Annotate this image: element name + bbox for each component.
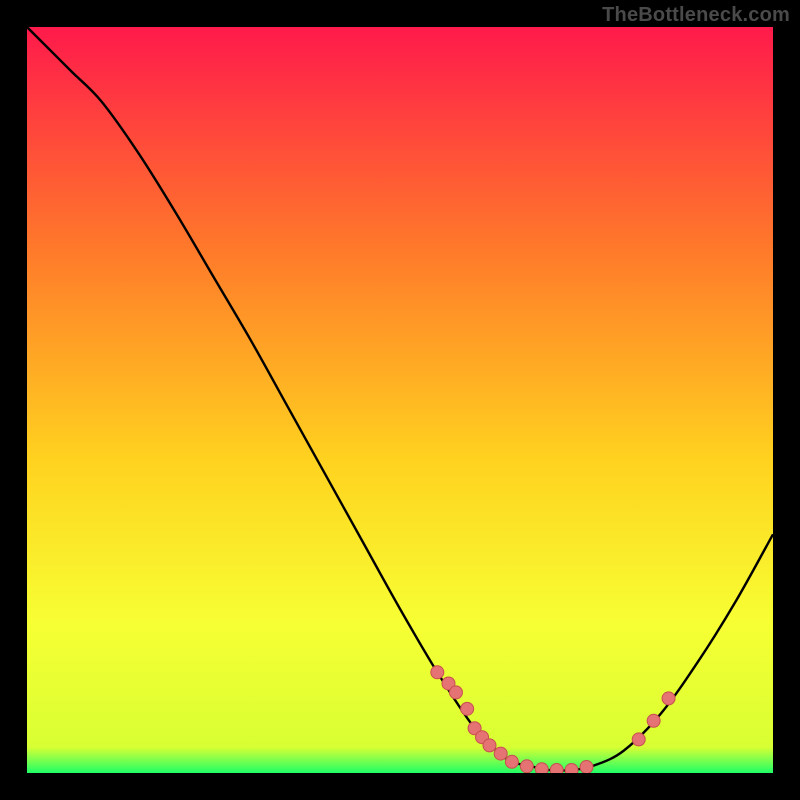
highlight-dot bbox=[662, 692, 675, 705]
watermark-text: TheBottleneck.com bbox=[602, 4, 790, 27]
highlight-dot bbox=[520, 760, 533, 773]
highlight-dot bbox=[632, 733, 645, 746]
bottleneck-curve-chart bbox=[27, 27, 773, 773]
gradient-background bbox=[27, 27, 773, 773]
highlight-dot bbox=[647, 714, 660, 727]
highlight-dot bbox=[449, 686, 462, 699]
highlight-dot bbox=[431, 666, 444, 679]
highlight-dot bbox=[580, 761, 593, 773]
highlight-dot bbox=[565, 764, 578, 773]
highlight-dot bbox=[505, 755, 518, 768]
highlight-dot bbox=[494, 747, 507, 760]
chart-container: TheBottleneck.com bbox=[0, 0, 800, 800]
highlight-dot bbox=[483, 739, 496, 752]
highlight-dot bbox=[461, 702, 474, 715]
highlight-dot bbox=[535, 763, 548, 773]
plot-area bbox=[27, 27, 773, 773]
highlight-dot bbox=[550, 764, 563, 773]
